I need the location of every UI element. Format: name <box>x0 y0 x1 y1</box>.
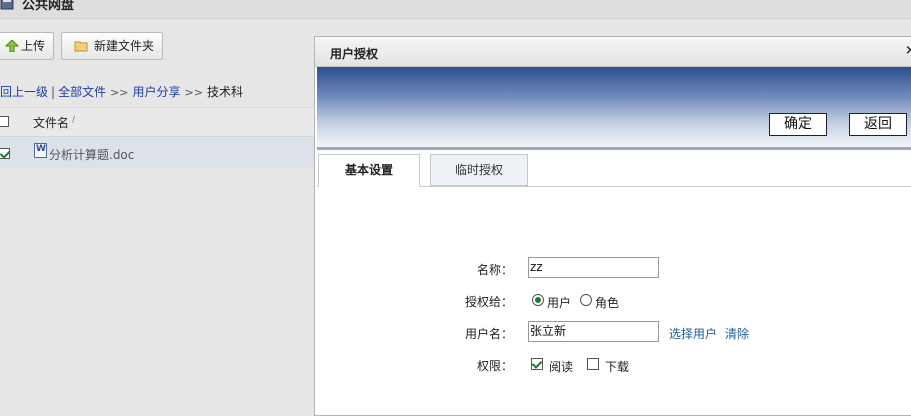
download-permission-checkbox[interactable] <box>587 358 599 370</box>
grant-user-radio[interactable] <box>532 294 544 306</box>
dialog-titlebar: 用户授权 × <box>315 37 911 67</box>
upload-button[interactable]: 上传 <box>0 32 54 60</box>
new-folder-button[interactable]: 新建文件夹 <box>61 32 163 60</box>
clear-link[interactable]: 清除 <box>725 325 749 342</box>
grant-user-label: 用户 <box>547 296 572 310</box>
row-checkbox[interactable] <box>0 148 10 159</box>
breadcrumb-arrow: >> <box>110 86 129 99</box>
upload-label: 上传 <box>21 39 46 53</box>
tab-basic-settings[interactable]: 基本设置 <box>318 154 420 187</box>
breadcrumb-user-share-link[interactable]: 用户分享 <box>133 85 181 99</box>
word-doc-icon <box>34 143 47 158</box>
permission-label: 权限： <box>476 359 513 373</box>
close-icon[interactable]: × <box>905 43 911 58</box>
grant-role-label: 角色 <box>595 296 620 310</box>
disk-icon <box>0 0 14 10</box>
username-label: 用户名： <box>464 327 513 341</box>
file-list-header: 文件名 / <box>0 107 314 137</box>
breadcrumb-up-link[interactable]: 回上一级 <box>0 85 48 99</box>
select-all-checkbox[interactable] <box>0 116 9 127</box>
username-field[interactable]: 张立新 <box>528 321 659 342</box>
banner-divider <box>317 147 911 150</box>
read-permission-label: 阅读 <box>549 360 574 374</box>
dialog-tabs: 基本设置 临时授权 <box>317 152 911 187</box>
breadcrumb-all-files-link[interactable]: 全部文件 <box>58 85 106 99</box>
confirm-button[interactable]: 确定 <box>769 113 827 136</box>
select-user-link[interactable]: 选择用户 <box>669 325 717 342</box>
upload-arrow-icon <box>5 40 19 52</box>
grant-role-radio[interactable] <box>580 294 592 306</box>
tab-temporary-authorization[interactable]: 临时授权 <box>430 154 528 186</box>
breadcrumb-arrow: >> <box>184 86 203 99</box>
read-permission-checkbox[interactable] <box>531 358 543 370</box>
name-field[interactable]: zz <box>528 257 659 278</box>
folder-icon <box>74 41 88 52</box>
file-name[interactable]: 分析计算题.doc <box>49 146 134 163</box>
window-titlebar: 公共网盘 <box>0 0 911 19</box>
breadcrumb-separator: | <box>51 85 56 99</box>
window-title: 公共网盘 <box>22 0 75 13</box>
grant-to-label: 授权给： <box>464 295 513 309</box>
column-filename[interactable]: 文件名 <box>33 114 69 131</box>
user-authorization-dialog: 用户授权 × 确定 返回 基本设置 临时授权 名称： zz 授权给： 用户 角色… <box>314 36 911 416</box>
back-button[interactable]: 返回 <box>849 113 907 136</box>
table-row[interactable]: 分析计算题.doc <box>0 138 314 168</box>
new-folder-label: 新建文件夹 <box>94 39 155 53</box>
sort-indicator-icon: / <box>72 115 76 125</box>
download-permission-label: 下载 <box>605 360 630 374</box>
dialog-title: 用户授权 <box>330 47 379 61</box>
breadcrumb: 回上一级 | 全部文件 >> 用户分享 >> 技术科 <box>0 80 314 104</box>
breadcrumb-current: 技术科 <box>206 85 243 99</box>
name-label: 名称： <box>476 263 513 277</box>
